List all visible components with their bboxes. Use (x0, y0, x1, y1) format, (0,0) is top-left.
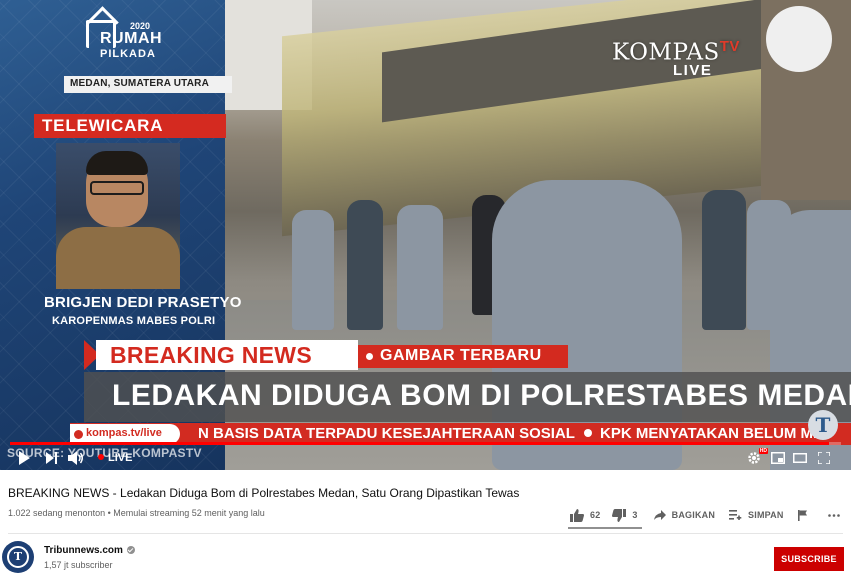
video-actions: 62 3 BAGIKAN SIMPAN (570, 504, 851, 526)
flag-icon (797, 509, 807, 521)
more-horizontal-icon (827, 513, 840, 517)
like-count: 62 (590, 510, 601, 520)
scene-person (347, 200, 383, 330)
channel-name-text: Tribunnews.com (44, 545, 123, 556)
save-label: SIMPAN (748, 510, 784, 520)
play-icon[interactable] (14, 448, 34, 468)
news-headline: LEDAKAN DIDUGA BOM DI POLRESTABES MEDAN (84, 372, 851, 422)
video-player[interactable]: 2020 RUMAH PILKADA MEDAN, SUMATERA UTARA… (0, 0, 851, 470)
share-label: BAGIKAN (671, 510, 716, 520)
next-icon[interactable] (42, 448, 62, 468)
speaker-role: KAROPENMAS MABES POLRI (52, 315, 216, 327)
thumbs-down-icon (612, 508, 627, 522)
ticker-separator (584, 429, 592, 437)
fullscreen-icon[interactable] (814, 448, 834, 468)
thumbs-up-icon (570, 508, 584, 522)
avatar-letter: T (7, 546, 29, 568)
ticker-item: KPK MENYATAKAN BELUM ME (600, 425, 824, 442)
miniplayer-icon[interactable] (768, 448, 788, 468)
video-meta: 1.022 sedang menonton • Memulai streamin… (8, 508, 265, 518)
hd-badge: HD (758, 448, 768, 454)
breaking-news-label: BREAKING NEWS (96, 340, 358, 370)
channel-avatar[interactable]: T (2, 541, 34, 573)
ticker-site: kompas.tv/live (70, 424, 180, 444)
scene-person (397, 205, 443, 330)
corner-watermark (766, 6, 832, 72)
progress-fill (10, 442, 829, 445)
speaker-portrait (56, 143, 180, 289)
divider (8, 533, 843, 534)
logo-line1: RUMAH (100, 30, 163, 47)
ticker-item: N BASIS DATA TERPADU KESEJAHTERAAN SOSIA… (198, 425, 575, 442)
report-button[interactable] (797, 509, 814, 521)
share-button[interactable]: BAGIKAN (653, 510, 716, 520)
theater-mode-icon[interactable] (790, 448, 810, 468)
more-options-button[interactable] (827, 513, 846, 517)
scene-person (702, 190, 746, 330)
subscribe-button[interactable]: SUBSCRIBE (774, 547, 844, 571)
player-controls: LIVE HD (0, 446, 851, 470)
segment-label: TELEWICARA (34, 114, 226, 138)
verified-icon (126, 546, 135, 554)
like-button[interactable]: 62 (570, 508, 601, 522)
volume-icon[interactable] (66, 448, 86, 468)
location-label: MEDAN, SUMATERA UTARA (64, 76, 232, 93)
live-indicator[interactable]: LIVE (98, 452, 132, 464)
sentiment-fill (568, 527, 639, 529)
playlist-add-icon (729, 510, 742, 520)
subscriber-count: 1,57 jt subscriber (44, 560, 113, 570)
logo-line2: PILKADA (100, 48, 156, 60)
scene-person (292, 210, 334, 330)
tribun-logo: T (808, 410, 838, 440)
channel-name[interactable]: Tribunnews.com (44, 545, 135, 556)
share-icon (653, 510, 666, 520)
dislike-count: 3 (632, 510, 638, 520)
dislike-button[interactable]: 3 (612, 508, 638, 522)
progress-bar[interactable] (10, 442, 841, 445)
broadcaster-live-label: LIVE (673, 62, 713, 79)
speaker-name: BRIGJEN DEDI PRASETYO (44, 294, 242, 311)
save-button[interactable]: SIMPAN (729, 510, 784, 520)
video-title: BREAKING NEWS - Ledakan Diduga Bom di Po… (8, 486, 520, 500)
news-tag: GAMBAR TERBARU (358, 345, 568, 368)
settings-icon[interactable]: HD (744, 448, 768, 468)
rumah-pilkada-logo: 2020 RUMAH PILKADA (86, 20, 176, 72)
sentiment-bar (568, 527, 642, 529)
